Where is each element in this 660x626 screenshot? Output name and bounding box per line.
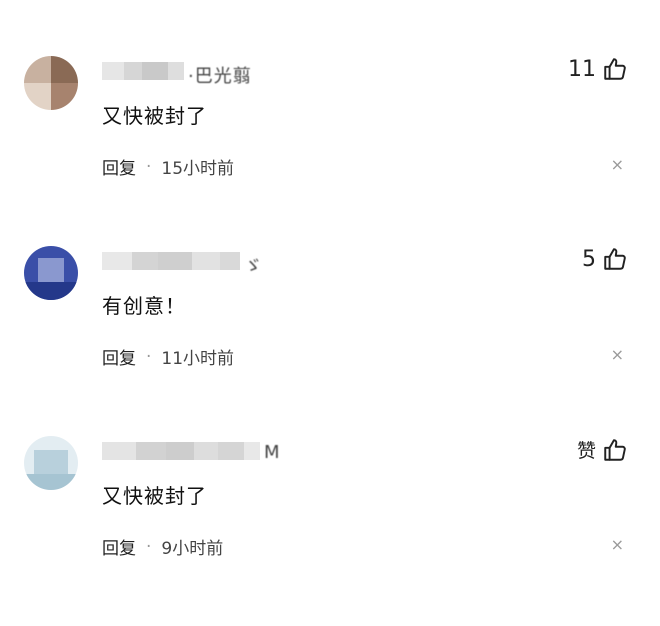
thumbs-up-icon[interactable] (602, 437, 628, 463)
comment-item: ゞ 5 有创意！ 回复 · 11小时前 × (0, 246, 660, 436)
comment-item: ·巴光翦 11 又快被封了 回复 · 15小时前 × (0, 56, 660, 246)
avatar[interactable] (24, 246, 78, 300)
close-icon[interactable]: × (611, 535, 624, 554)
reply-button[interactable]: 回复 (102, 534, 136, 559)
comment-text: 有创意！ (102, 294, 186, 318)
separator-dot: · (146, 156, 152, 177)
like-control[interactable]: 赞 (577, 436, 628, 463)
username-tail: M (264, 442, 281, 463)
username[interactable]: ゞ (102, 250, 263, 277)
username[interactable]: ·巴光翦 (102, 60, 252, 87)
reply-button[interactable]: 回复 (102, 154, 136, 179)
timestamp: 15小时前 (161, 159, 235, 179)
avatar[interactable] (24, 56, 78, 110)
separator-dot: · (146, 346, 152, 367)
reply-button[interactable]: 回复 (102, 344, 136, 369)
comment-meta: 回复 · 11小时前 (102, 344, 235, 370)
comment-text: 又快被封了 (102, 484, 207, 508)
like-control[interactable]: 5 (582, 246, 628, 272)
close-icon[interactable]: × (611, 345, 624, 364)
avatar[interactable] (24, 436, 78, 490)
thumbs-up-icon[interactable] (602, 246, 628, 272)
like-label: 赞 (576, 440, 596, 462)
comment-text: 又快被封了 (102, 104, 207, 128)
comment-item: M 赞 又快被封了 回复 · 9小时前 × (0, 436, 660, 626)
timestamp: 9小时前 (161, 539, 224, 559)
timestamp: 11小时前 (161, 349, 235, 369)
thumbs-up-icon[interactable] (602, 56, 628, 82)
like-control[interactable]: 11 (568, 56, 628, 82)
close-icon[interactable]: × (611, 155, 624, 174)
comment-meta: 回复 · 9小时前 (102, 534, 224, 560)
username-tail: ゞ (244, 256, 263, 277)
comment-meta: 回复 · 15小时前 (102, 154, 235, 180)
like-count: 5 (582, 246, 596, 272)
username[interactable]: M (102, 440, 281, 463)
username-tail: ·巴光翦 (188, 66, 252, 87)
like-count: 11 (568, 56, 596, 82)
separator-dot: · (146, 536, 152, 557)
